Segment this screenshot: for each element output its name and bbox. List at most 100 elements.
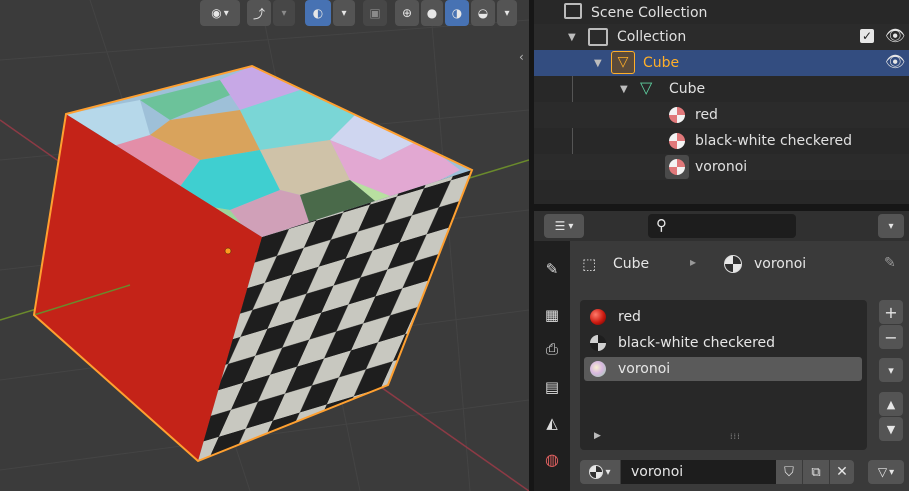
arrow-down-icon: ▼ (886, 422, 896, 436)
disclosure-triangle-icon[interactable]: ▼ (568, 32, 576, 43)
material-icon (724, 255, 742, 273)
3d-viewport[interactable]: ◉ ▾ ⤴ ▾ ◐ ▾ ▣ ⊕ ● ◑ ◒ ▾ ‹ (0, 0, 529, 491)
sidebar-toggle-arrow[interactable]: ‹ (519, 50, 529, 68)
add-slot-button[interactable]: + (879, 300, 903, 324)
outliner-row-material-checkered[interactable]: black-white checkered (534, 128, 909, 154)
unlink-material-button[interactable]: ✕ (830, 460, 854, 484)
move-slot-up-button[interactable]: ▲ (879, 392, 903, 416)
search-icon: ⚲ (656, 216, 667, 234)
material-preview-icon (590, 309, 606, 325)
properties-tabs: ✎ ▦ ⎙ ▤ ◭ ◍ (534, 241, 570, 491)
material-icon (669, 159, 685, 175)
resize-grip-icon[interactable]: ⁞⁞⁞ (730, 432, 741, 441)
outliner-label: voronoi (695, 159, 748, 175)
tool-tab-icon[interactable]: ✎ (540, 257, 564, 281)
material-preview-icon (590, 335, 606, 351)
disclosure-triangle-icon[interactable]: ▼ (594, 58, 602, 69)
gizmo-dropdown-button[interactable]: ▾ (273, 0, 295, 26)
outliner-row-material-red[interactable]: red (534, 102, 909, 128)
properties-editor[interactable]: ☰ ▾ ⚲ ▾ ✎ ▦ ⎙ ▤ ◭ ◍ ⬚ Cube ▸ voronoi ✎ re… (534, 211, 909, 491)
material-slot-checkered[interactable]: black-white checkered (584, 331, 862, 355)
gizmo-toggle-button[interactable]: ⤴ (247, 0, 271, 26)
collection-icon (588, 28, 608, 46)
shading-dropdown-button[interactable]: ▾ (497, 0, 517, 26)
editor-type-button[interactable]: ☰ ▾ (544, 214, 584, 238)
link-data-icon: ▽ (877, 465, 888, 479)
view-layer-tab-icon[interactable]: ▤ (540, 375, 564, 399)
options-dropdown-button[interactable]: ▾ (878, 214, 904, 238)
browse-material-button[interactable]: ▾ (580, 460, 620, 484)
eye-icon[interactable]: 👁 (885, 26, 905, 45)
outliner-label: Scene Collection (591, 5, 708, 21)
material-icon (589, 465, 604, 479)
output-tab-icon[interactable]: ⎙ (540, 337, 564, 361)
outliner-label: Cube (669, 81, 706, 97)
pin-icon[interactable]: ✎ (884, 255, 896, 271)
rendered-sphere-icon: ◒ (477, 6, 489, 20)
outliner-label: black-white checkered (695, 133, 853, 149)
chevron-down-icon: ▾ (341, 7, 347, 19)
outliner-label: Cube (643, 55, 680, 71)
outliner-row-cube-object[interactable]: ▼ ▽ Cube 👁 (534, 50, 909, 76)
material-properties-panel: ⬚ Cube ▸ voronoi ✎ red black-white check… (570, 241, 909, 491)
breadcrumb-material: voronoi (754, 256, 807, 272)
breadcrumb-separator-icon: ▸ (690, 255, 697, 269)
close-icon: ✕ (836, 464, 848, 480)
remove-slot-button[interactable]: − (879, 325, 903, 349)
material-icon (669, 107, 685, 123)
scene-tab-icon[interactable]: ◭ (540, 411, 564, 435)
chevron-down-icon: ▾ (889, 466, 895, 478)
chevron-down-icon: ▾ (605, 466, 611, 478)
outliner-row-scene-collection[interactable]: Scene Collection (534, 0, 909, 26)
solid-sphere-icon: ● (426, 6, 438, 20)
minus-icon: − (884, 327, 898, 347)
object-mesh-icon: ▽ (611, 51, 635, 74)
xray-icon: ▣ (369, 6, 381, 20)
expand-triangle-icon[interactable]: ▶ (594, 431, 601, 441)
disclosure-triangle-icon[interactable]: ▼ (620, 84, 628, 95)
cube-object[interactable] (32, 60, 480, 463)
render-tab-icon[interactable]: ▦ (540, 303, 564, 327)
outliner-row-material-voronoi[interactable]: voronoi (534, 154, 909, 180)
overlays-icon: ◐ (312, 6, 324, 20)
chevron-down-icon: ▾ (888, 220, 894, 232)
overlays-dropdown-button[interactable]: ▾ (333, 0, 355, 26)
outliner-row-cube-mesh[interactable]: ▼ ▽ Cube (534, 76, 909, 102)
material-icon (669, 133, 685, 149)
outliner-row-collection[interactable]: ▼ Collection ✓ 👁 (534, 24, 909, 50)
arrow-up-icon: ▲ (886, 397, 896, 411)
link-dropdown-button[interactable]: ▽ ▾ (868, 460, 904, 484)
search-input[interactable]: ⚲ (648, 214, 796, 238)
material-slot-red[interactable]: red (584, 305, 862, 329)
viewport-scene[interactable] (0, 0, 529, 491)
properties-editor-icon: ☰ (554, 219, 566, 233)
wireframe-sphere-icon: ⊕ (401, 6, 413, 20)
scene-collection-icon (564, 3, 582, 19)
chevron-down-icon: ▾ (504, 7, 510, 19)
eye-icon: ◉ (211, 6, 222, 20)
gizmo-icon: ⤴ (252, 6, 265, 21)
material-slot-voronoi[interactable]: voronoi (584, 357, 862, 381)
slot-specials-button[interactable]: ▾ (879, 358, 903, 382)
overlays-toggle-button[interactable]: ◐ (305, 0, 331, 26)
object-origin (224, 247, 232, 255)
xray-toggle-button[interactable]: ▣ (363, 0, 387, 26)
fake-user-button[interactable]: ⛉ (776, 460, 802, 484)
shading-solid-button[interactable]: ● (421, 0, 443, 26)
outliner[interactable]: Scene Collection ▼ Collection ✓ 👁 ▼ ▽ Cu… (534, 0, 909, 204)
material-preview-icon: ◑ (451, 6, 463, 20)
shading-material-preview-button[interactable]: ◑ (445, 0, 469, 26)
eye-icon[interactable]: 👁 (885, 52, 905, 71)
world-tab-icon[interactable]: ◍ (540, 447, 564, 471)
material-name-field[interactable]: voronoi (621, 460, 776, 484)
duplicate-icon: ⧉ (811, 464, 821, 480)
shading-wireframe-button[interactable]: ⊕ (395, 0, 419, 26)
exclude-checkbox[interactable]: ✓ (860, 29, 874, 43)
new-material-button[interactable]: ⧉ (803, 460, 829, 484)
view-object-types-button[interactable]: ◉ ▾ (200, 0, 240, 26)
move-slot-down-button[interactable]: ▼ (879, 417, 903, 441)
shading-rendered-button[interactable]: ◒ (471, 0, 495, 26)
outliner-label: red (695, 107, 718, 123)
material-preview-icon (590, 361, 606, 377)
material-slot-list[interactable]: red black-white checkered voronoi ▶ ⁞⁞⁞ (580, 300, 867, 450)
